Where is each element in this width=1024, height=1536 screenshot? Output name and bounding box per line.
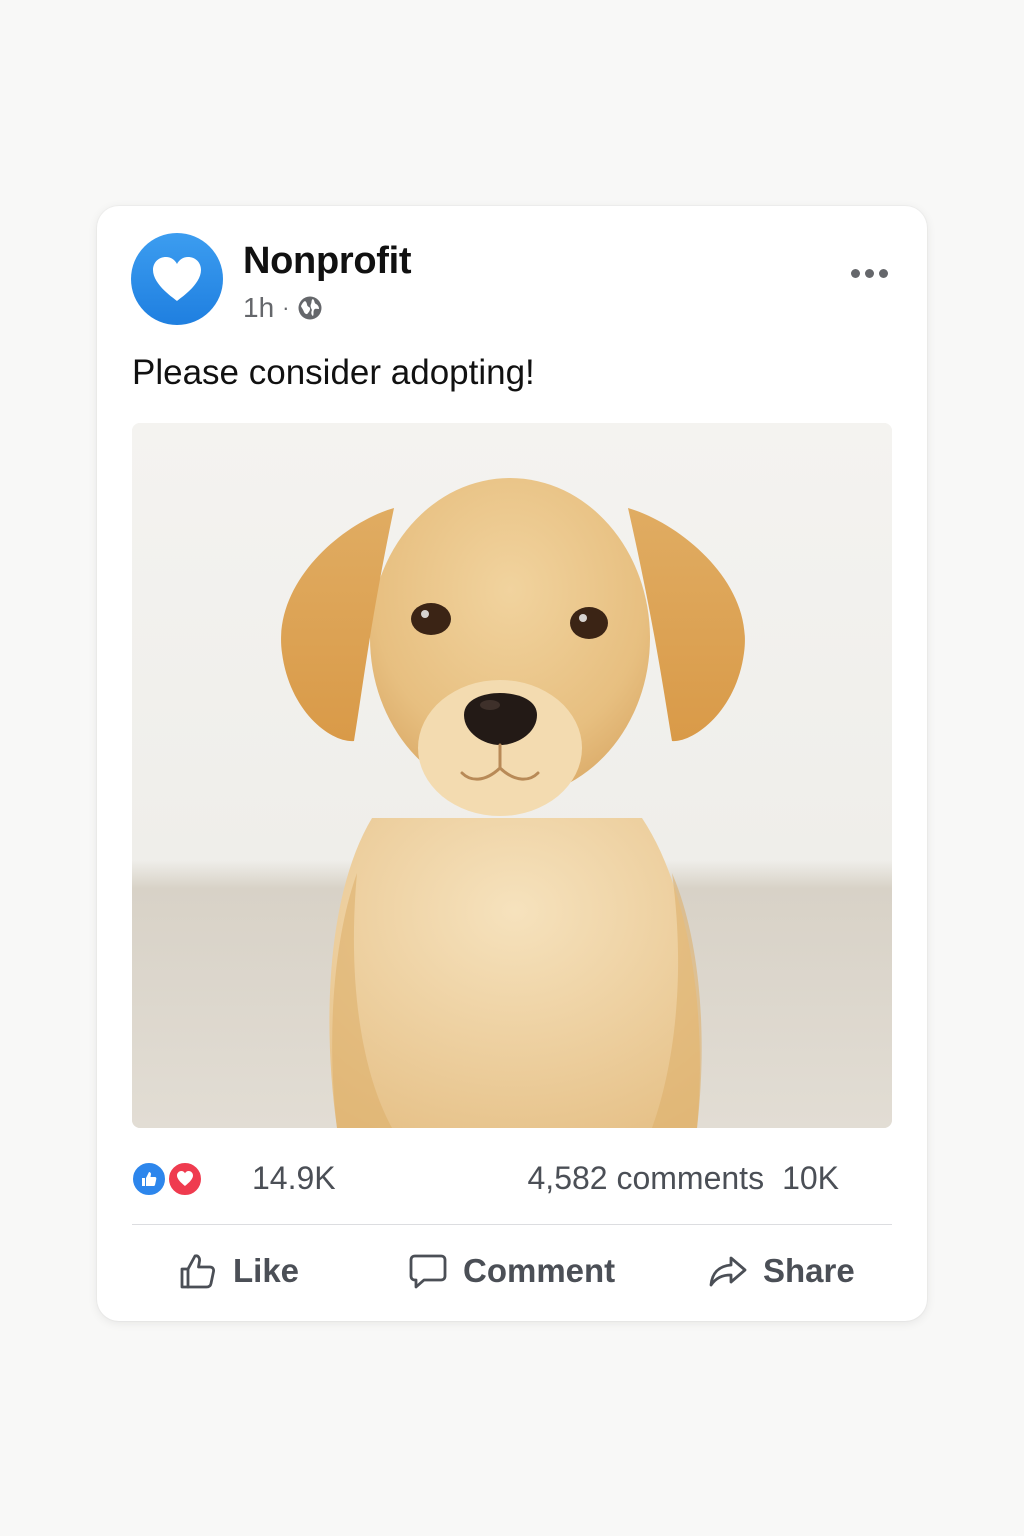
more-dot	[850, 268, 860, 278]
comments-count[interactable]: 4,582 comments	[528, 1160, 765, 1197]
shares-count[interactable]: 10K	[782, 1160, 839, 1197]
thumbs-up-icon	[180, 1254, 215, 1289]
share-button[interactable]: Share	[707, 1241, 855, 1301]
page-name[interactable]: Nonprofit	[243, 240, 412, 283]
share-arrow-icon	[709, 1256, 747, 1287]
puppy-photo	[132, 423, 892, 1128]
reaction-icons[interactable]	[131, 1159, 205, 1199]
reaction-count[interactable]: 14.9K	[252, 1160, 336, 1197]
more-options-button[interactable]	[845, 258, 893, 288]
post-card: Nonprofit 1h · Please consider adopting!	[97, 206, 927, 1321]
actions-divider	[132, 1224, 892, 1225]
globe-icon	[298, 296, 322, 320]
like-reaction-icon	[131, 1161, 167, 1197]
like-button[interactable]: Like	[177, 1241, 299, 1301]
action-bar: Like Comment Share	[132, 1241, 892, 1301]
love-reaction-icon	[167, 1161, 203, 1197]
page-avatar[interactable]	[131, 233, 223, 325]
comment-button[interactable]: Comment	[407, 1241, 615, 1301]
engagement-stats: 4,582 comments 10K	[528, 1160, 840, 1197]
heart-icon	[153, 257, 201, 301]
more-dot	[878, 268, 888, 278]
post-meta: 1h ·	[243, 292, 323, 324]
meta-separator: ·	[282, 295, 290, 320]
post-photo[interactable]	[132, 423, 892, 1128]
post-time[interactable]: 1h	[243, 292, 274, 324]
comment-label: Comment	[463, 1252, 616, 1289]
like-label: Like	[233, 1252, 300, 1289]
comment-bubble-icon	[409, 1254, 447, 1289]
more-dot	[864, 268, 874, 278]
share-label: Share	[763, 1252, 855, 1289]
post-text: Please consider adopting!	[132, 353, 535, 392]
